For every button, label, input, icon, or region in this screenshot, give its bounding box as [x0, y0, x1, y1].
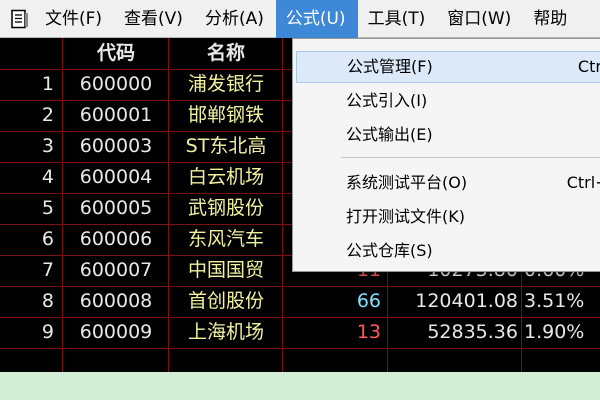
stock-name: 邯郸钢铁 — [187, 104, 264, 126]
stock-name: 中国国贸 — [187, 259, 264, 281]
menu-item-formula-export[interactable]: 公式输出(E) — [296, 119, 600, 151]
menu-item-formula-repository[interactable]: 公式仓库(S) — [296, 235, 600, 267]
stock-code: 600008 — [79, 290, 153, 312]
stock-code: 600009 — [79, 321, 153, 343]
row-index: 8 — [41, 290, 54, 312]
row-index: 3 — [41, 135, 54, 157]
menu-separator — [341, 157, 600, 158]
menu-formula[interactable]: 公式(U) — [275, 0, 358, 38]
menu-file[interactable]: 文件(F) — [35, 0, 114, 38]
menu-analysis[interactable]: 分析(A) — [195, 0, 276, 38]
stock-name: 东风汽车 — [187, 228, 264, 250]
menu-item-formula-import[interactable]: 公式引入(I) — [296, 85, 600, 117]
menu-item-label: 公式管理(F) — [347, 57, 433, 76]
menu-item-test-platform[interactable]: 系统测试平台(O) Ctrl+F7 — [296, 167, 600, 199]
stock-code: 600004 — [79, 166, 153, 188]
stock-name: 浦发银行 — [187, 73, 264, 95]
stock-name: 首创股份 — [187, 290, 264, 312]
menu-item-shortcut: Ctrl+F — [577, 57, 600, 76]
grid-hline — [0, 317, 600, 318]
stock-name: 武钢股份 — [187, 197, 264, 219]
menu-item-label: 公式仓库(S) — [346, 241, 433, 260]
menu-tools[interactable]: 工具(T) — [358, 0, 438, 38]
volume-value: 13 — [356, 321, 381, 343]
menu-bar: 文件(F) 查看(V) 分析(A) 公式(U) 工具(T) 窗口(W) 帮助 — [0, 0, 600, 38]
menu-item-formula-manage[interactable]: 公式管理(F) Ctrl+F — [296, 51, 600, 83]
stock-name: ST东北高 — [185, 135, 267, 157]
menu-view[interactable]: 查看(V) — [114, 0, 195, 38]
bottom-overlay-band — [0, 372, 600, 400]
row-index: 7 — [41, 259, 54, 281]
menu-item-label: 公式引入(I) — [346, 91, 428, 110]
stock-code: 600007 — [79, 259, 153, 281]
row-index: 9 — [41, 321, 54, 343]
stock-code: 600000 — [79, 73, 153, 95]
stock-name: 白云机场 — [187, 166, 264, 188]
header-name[interactable]: 名称 — [171, 38, 281, 69]
amount-value: 120401.08 — [415, 290, 518, 312]
grid-vline — [282, 38, 283, 372]
percent-value: 3.51% — [524, 290, 585, 312]
percent-value: 1.90% — [524, 321, 585, 343]
stock-code: 600005 — [79, 197, 153, 219]
formula-dropdown-menu: 公式管理(F) Ctrl+F 公式引入(I) 公式输出(E) 系统测试平台(O)… — [292, 38, 600, 272]
stock-name: 上海机场 — [187, 321, 264, 343]
menu-item-open-test-file[interactable]: 打开测试文件(K) — [296, 201, 600, 233]
menu-window[interactable]: 窗口(W) — [437, 0, 523, 38]
stock-code: 600003 — [79, 135, 153, 157]
grid-vline — [168, 38, 169, 372]
stock-code: 600006 — [79, 228, 153, 250]
header-code[interactable]: 代码 — [68, 38, 164, 69]
grid-hline — [0, 348, 600, 349]
menu-item-label: 系统测试平台(O) — [346, 173, 468, 192]
menu-item-label: 公式输出(E) — [346, 125, 433, 144]
row-index: 2 — [41, 104, 54, 126]
volume-value: 66 — [356, 290, 381, 312]
menu-item-label: 打开测试文件(K) — [346, 207, 465, 226]
stock-code: 600001 — [79, 104, 153, 126]
amount-value: 52835.36 — [427, 321, 518, 343]
row-index: 6 — [41, 228, 54, 250]
grid-vline — [62, 38, 63, 372]
row-index: 5 — [41, 197, 54, 219]
document-icon[interactable] — [9, 8, 31, 30]
menu-help[interactable]: 帮助 — [523, 0, 579, 38]
menu-item-shortcut: Ctrl+F7 — [566, 173, 600, 192]
row-index: 1 — [41, 73, 54, 95]
row-index: 4 — [41, 166, 54, 188]
grid-hline — [0, 286, 600, 287]
